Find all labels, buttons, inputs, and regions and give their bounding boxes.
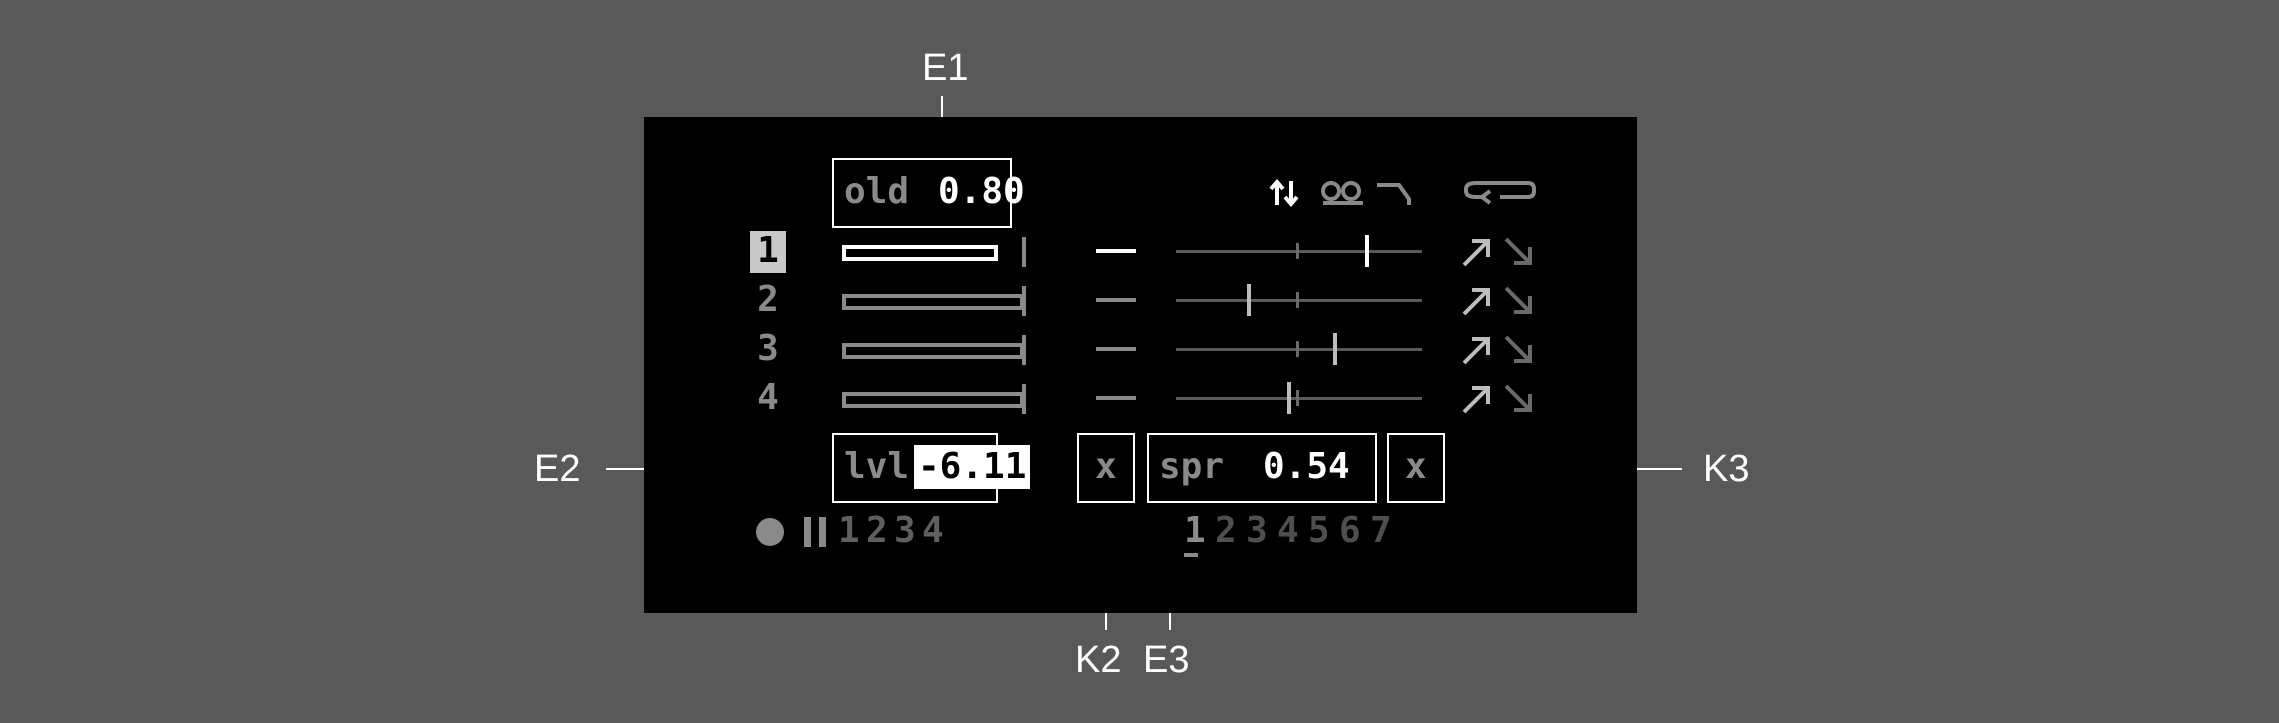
arrow-up-right-icon[interactable]: [1460, 382, 1494, 416]
voice-number[interactable]: 2: [750, 280, 786, 322]
arrow-down-right-icon[interactable]: [1502, 235, 1536, 269]
callout-e3: E3: [1143, 639, 1190, 681]
voice-number[interactable]: 1: [750, 231, 786, 273]
voice-row[interactable]: 3: [644, 329, 1637, 373]
spr-label: spr: [1159, 446, 1225, 487]
level-end-tick: [1022, 237, 1026, 267]
pattern-number[interactable]: 5: [1308, 511, 1330, 551]
voice-number[interactable]: 4: [750, 378, 786, 420]
pattern-number[interactable]: 4: [1277, 511, 1299, 551]
transport-number[interactable]: 2: [866, 511, 888, 551]
device-screen: old 0.80 1234 lvl -6.11 x spr 0.54 x 123…: [644, 117, 1637, 613]
voice-level-bar: [842, 245, 998, 261]
level-end-tick: [1022, 384, 1026, 414]
lvl-label: lvl: [844, 446, 910, 487]
transport-number[interactable]: 4: [922, 511, 944, 551]
arrow-up-right-icon[interactable]: [1460, 333, 1494, 367]
arrow-up-right-icon[interactable]: [1460, 235, 1494, 269]
transport-number[interactable]: 3: [894, 511, 916, 551]
voice-dash: [1096, 249, 1136, 253]
level-end-tick: [1022, 286, 1026, 316]
pan-track[interactable]: [1176, 299, 1422, 302]
callout-k3: K3: [1703, 448, 1750, 490]
voice-level-bar: [842, 392, 1024, 408]
k3-button-label: x: [1405, 446, 1427, 487]
pan-center-tick: [1296, 341, 1299, 357]
pan-center-tick: [1296, 243, 1299, 259]
pan-handle[interactable]: [1365, 235, 1369, 267]
pattern-number[interactable]: 1: [1184, 511, 1206, 551]
voice-level-bar: [842, 343, 1024, 359]
voice-dash: [1096, 396, 1136, 400]
arrow-down-right-icon[interactable]: [1502, 333, 1536, 367]
arrow-down-right-icon[interactable]: [1502, 284, 1536, 318]
callout-k2: K2: [1075, 639, 1122, 681]
pan-handle[interactable]: [1247, 284, 1251, 316]
voice-number[interactable]: 3: [750, 329, 786, 371]
voice-row[interactable]: 4: [644, 378, 1637, 422]
updown-arrows-icon: [1269, 178, 1309, 208]
pan-handle[interactable]: [1287, 382, 1291, 414]
pattern-number[interactable]: 3: [1246, 511, 1268, 551]
lvl-param-box[interactable]: lvl -6.11: [832, 433, 1031, 503]
record-icon[interactable]: [754, 516, 786, 548]
lvl-value: -6.11: [914, 445, 1031, 489]
tape-loop-icon: [1319, 179, 1367, 207]
pan-track[interactable]: [1176, 397, 1422, 400]
pattern-number[interactable]: 7: [1370, 511, 1392, 551]
spr-value: 0.54: [1263, 446, 1350, 487]
old-label: old: [844, 171, 910, 212]
pause-icon[interactable]: [802, 515, 830, 549]
pan-track[interactable]: [1176, 348, 1422, 351]
pan-center-tick: [1296, 390, 1299, 406]
pattern-number[interactable]: 2: [1215, 511, 1237, 551]
arrow-up-right-icon[interactable]: [1460, 284, 1494, 318]
callout-e1: E1: [922, 47, 969, 89]
voice-row[interactable]: 1: [644, 231, 1637, 275]
k2-button[interactable]: x: [1077, 433, 1135, 503]
callout-e2: E2: [534, 448, 581, 490]
voice-dash: [1096, 347, 1136, 351]
voice-row[interactable]: 2: [644, 280, 1637, 324]
pan-handle[interactable]: [1333, 333, 1337, 365]
transport-number[interactable]: 1: [838, 511, 860, 551]
spr-param-box[interactable]: spr 0.54: [1147, 433, 1377, 503]
pattern-cursor: [1184, 553, 1198, 557]
level-end-tick: [1022, 335, 1026, 365]
arrow-down-right-icon[interactable]: [1502, 382, 1536, 416]
k3-button[interactable]: x: [1387, 433, 1445, 503]
old-value: 0.80: [938, 171, 1025, 212]
return-loop-icon: [1462, 179, 1538, 207]
pan-center-tick: [1296, 292, 1299, 308]
voice-dash: [1096, 298, 1136, 302]
voice-level-bar: [842, 294, 1024, 310]
corner-icon: [1375, 179, 1415, 207]
k2-button-label: x: [1095, 446, 1117, 487]
pan-track[interactable]: [1176, 250, 1422, 253]
old-param-box[interactable]: old 0.80: [832, 158, 1025, 228]
pattern-number[interactable]: 6: [1339, 511, 1361, 551]
